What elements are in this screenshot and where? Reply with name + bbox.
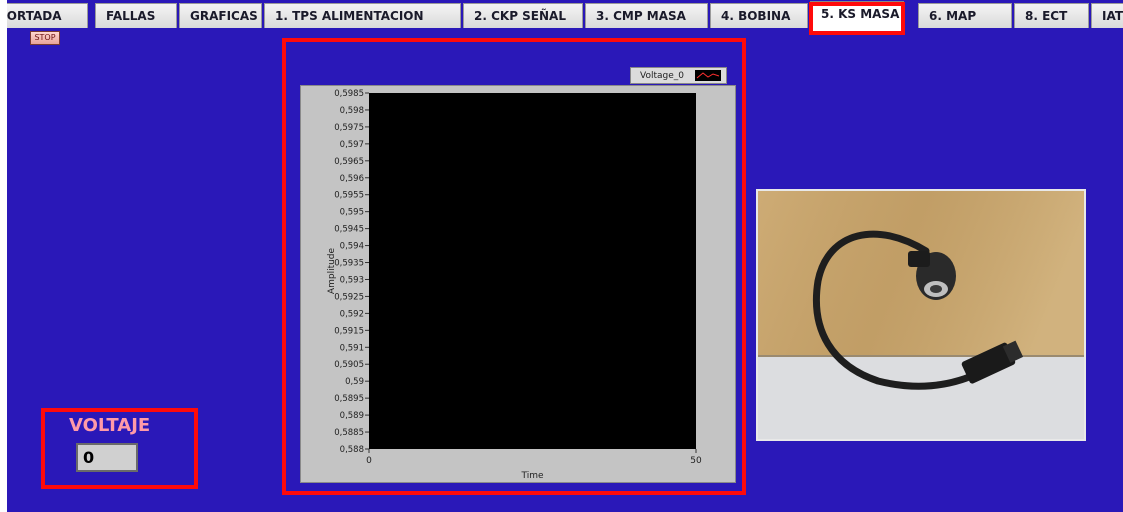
y-tick-label: 0,59 [345, 377, 364, 387]
tab-1-tps-alimentacion[interactable]: 1. TPS ALIMENTACION [264, 3, 461, 28]
stop-button[interactable]: STOP [30, 31, 60, 45]
y-tick-label: 0,593 [340, 275, 364, 285]
y-tick-label: 0,592 [340, 309, 364, 319]
y-tick-label: 0,5905 [334, 360, 364, 370]
tab-6-map[interactable]: 6. MAP [918, 3, 1012, 28]
tab-iat[interactable]: IAT [1091, 3, 1123, 28]
tab-2-ckp-señal[interactable]: 2. CKP SEÑAL [463, 3, 583, 28]
x-tick-label: 0 [366, 456, 372, 466]
y-tick-label: 0,589 [340, 411, 364, 421]
y-tick-label: 0,598 [340, 106, 364, 116]
y-tick-label: 0,594 [340, 242, 364, 252]
y-tick-label: 0,5925 [334, 292, 364, 302]
y-tick-label: 0,5895 [334, 394, 364, 404]
knock-sensor-photo [756, 189, 1086, 441]
plot-legend[interactable]: Voltage_0 [630, 67, 727, 84]
tab-3-cmp-masa[interactable]: 3. CMP MASA [585, 3, 708, 28]
y-axis-label: Amplitude [327, 247, 337, 294]
plot-area[interactable] [369, 93, 696, 449]
front-panel: PORTADA FALLASGRAFICAS1. TPS ALIMENTACION… [7, 0, 1123, 512]
y-tick-label: 0,5915 [334, 326, 364, 336]
tab-graficas[interactable]: GRAFICAS [179, 3, 262, 28]
y-tick-label: 0,5965 [334, 157, 364, 167]
waveform-graph[interactable]: 0,59850,5980,59750,5970,59650,5960,59550… [300, 85, 736, 483]
y-tick-label: 0,588 [340, 445, 364, 455]
legend-line-swatch-icon [695, 70, 721, 81]
y-tick-label: 0,5935 [334, 259, 364, 269]
y-tick-label: 0,5945 [334, 225, 364, 235]
y-tick-label: 0,5955 [334, 191, 364, 201]
y-tick-label: 0,595 [340, 208, 364, 218]
y-tick-label: 0,591 [340, 343, 364, 353]
tab-fallas[interactable]: FALLAS [95, 3, 177, 28]
y-tick-label: 0,597 [340, 140, 364, 150]
y-tick-label: 0,5975 [334, 123, 364, 133]
tab-5-ks-masa[interactable]: 5. KS MASA [810, 1, 904, 31]
x-axis-label: Time [520, 471, 543, 481]
tab-8-ect[interactable]: 8. ECT [1014, 3, 1089, 28]
tab-bar: PORTADA FALLASGRAFICAS1. TPS ALIMENTACION… [7, 0, 1123, 31]
y-tick-label: 0,5885 [334, 428, 364, 438]
y-tick-label: 0,5985 [334, 89, 364, 99]
legend-label: Voltage_0 [640, 71, 684, 81]
voltaje-label: VOLTAJE [69, 415, 151, 436]
tab-4-bobina[interactable]: 4. BOBINA [710, 3, 808, 28]
tab-portada[interactable]: PORTADA [7, 3, 88, 28]
y-tick-label: 0,596 [340, 174, 364, 184]
x-tick-label: 50 [690, 456, 702, 466]
voltaje-indicator: 0 [76, 443, 138, 472]
